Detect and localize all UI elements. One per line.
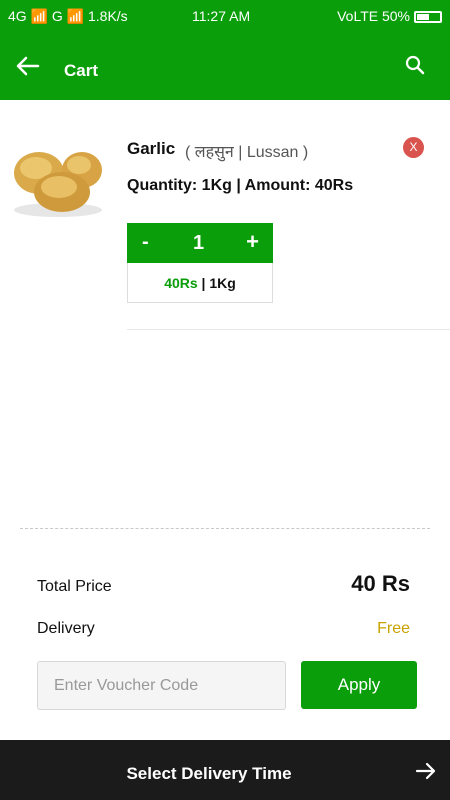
minus-button[interactable]: -: [142, 231, 149, 253]
status-time: 11:27 AM: [192, 8, 251, 24]
delivery-value: Free: [377, 620, 410, 637]
product-image: [12, 148, 104, 220]
select-delivery-time-label: Select Delivery Time: [126, 764, 292, 783]
arrow-right-icon[interactable]: [414, 759, 438, 783]
product-alt-name: ( लहसुन | Lussan ): [185, 144, 309, 161]
apply-button[interactable]: Apply: [301, 661, 417, 709]
remove-item-button[interactable]: X: [403, 137, 424, 158]
status-left: 4G 📶 G 📶 1.8K/s: [8, 8, 128, 24]
voucher-code-input[interactable]: [37, 661, 286, 710]
status-bar: 4G 📶 G 📶 1.8K/s 11:27 AM VoLTE 50%: [0, 0, 450, 32]
item-divider: [127, 329, 450, 330]
quantity-stepper: - 1 +: [127, 223, 273, 263]
status-right: VoLTE 50%: [337, 8, 442, 24]
select-delivery-time-bar[interactable]: Select Delivery Time: [0, 740, 450, 800]
item-price: 40Rs: [164, 275, 198, 291]
quantity-amount-line: Quantity: 1Kg | Amount: 40Rs: [127, 177, 354, 194]
battery-icon: [414, 11, 442, 23]
quantity-value: 1: [193, 232, 205, 254]
delivery-label: Delivery: [37, 620, 95, 637]
total-price-value: 40 Rs: [351, 571, 410, 596]
status-right-text: VoLTE 50%: [337, 8, 410, 24]
product-name: Garlic: [127, 139, 176, 158]
item-unit: | 1Kg: [197, 275, 236, 291]
price-unit-box: 40Rs | 1Kg: [127, 263, 273, 303]
page-title: Cart: [64, 61, 99, 80]
search-icon[interactable]: [404, 54, 426, 76]
plus-button[interactable]: +: [246, 230, 259, 254]
total-price-label: Total Price: [37, 578, 112, 595]
summary-divider: [20, 528, 430, 529]
app-bar: Cart: [0, 32, 450, 100]
arrow-left-icon[interactable]: [14, 52, 42, 80]
